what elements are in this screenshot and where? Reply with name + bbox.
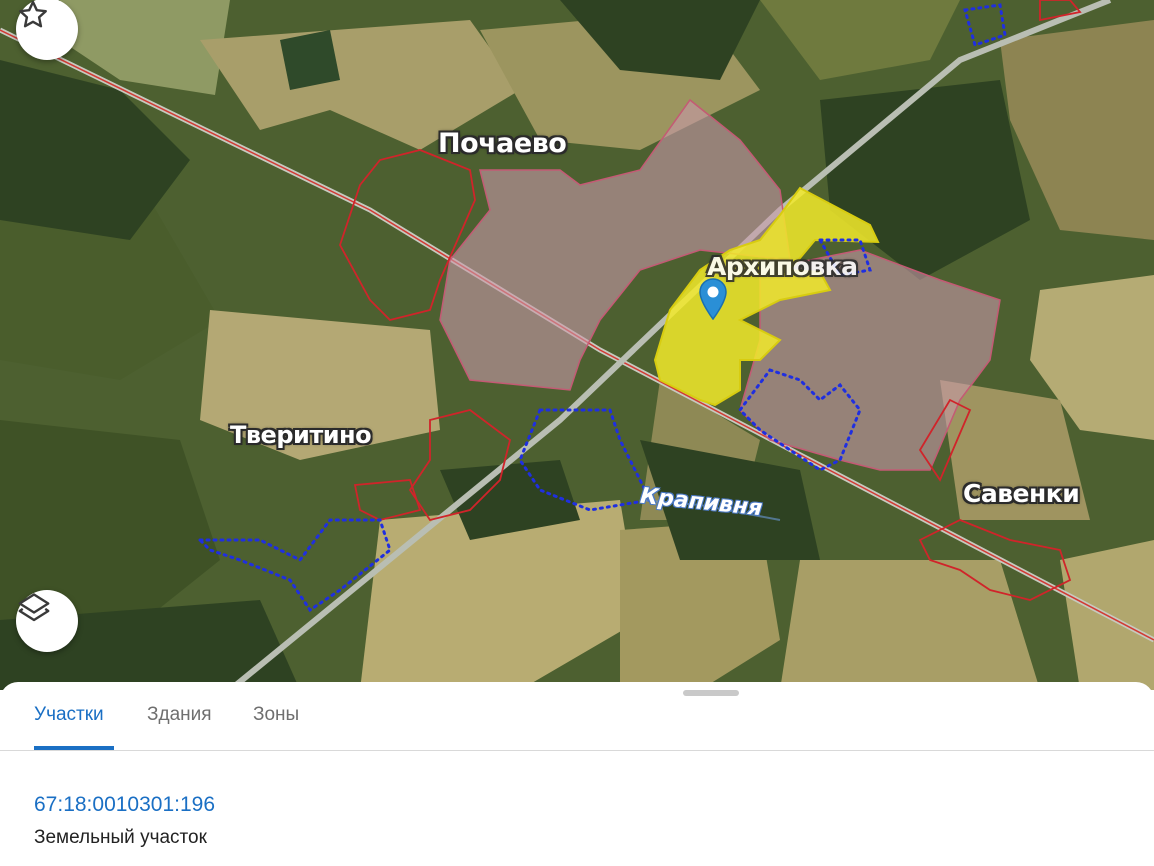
place-label-savenki: Савенки (963, 479, 1080, 508)
tab-parcels[interactable]: Участки (34, 704, 104, 742)
tab-buildings[interactable]: Здания (147, 704, 212, 742)
layers-button[interactable] (16, 590, 78, 652)
map-pin-icon[interactable] (699, 278, 727, 320)
star-outline-icon (19, 0, 47, 28)
sheet-tabs: Участки Здания Зоны (0, 682, 1154, 751)
place-label-arkhipovka: Архиповка (707, 252, 858, 281)
bottom-sheet[interactable]: Участки Здания Зоны 67:18:0010301:196 Зе… (0, 682, 1154, 866)
tab-zones[interactable]: Зоны (253, 704, 299, 742)
place-label-tveritino: Тверитино (230, 421, 372, 449)
place-label-pochaevo: Почаево (438, 128, 567, 159)
layers-icon (18, 593, 50, 622)
cadastral-number-link[interactable]: 67:18:0010301:196 (34, 793, 215, 817)
active-tab-indicator (34, 746, 114, 750)
favorite-button[interactable] (16, 0, 78, 60)
satellite-map[interactable] (0, 0, 1154, 690)
map-view[interactable]: Почаево Архиповка Тверитино Савенки Крап… (0, 0, 1154, 690)
app-root: Почаево Архиповка Тверитино Савенки Крап… (0, 0, 1154, 866)
parcel-type-label: Земельный участок (34, 827, 207, 848)
